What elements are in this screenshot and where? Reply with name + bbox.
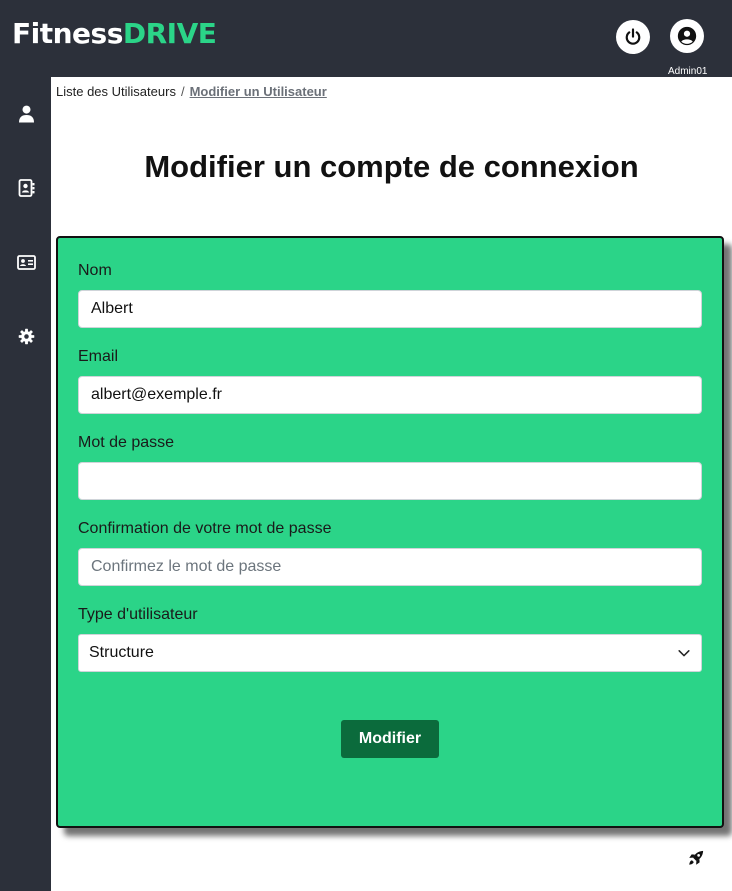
address-book-icon [18, 179, 34, 197]
edit-account-form: Nom Email Mot de passe Confirmation de v… [56, 236, 724, 828]
confirm-password-input[interactable] [78, 548, 702, 586]
user-type-selected-value: Structure [89, 644, 154, 661]
password-label: Mot de passe [78, 434, 175, 451]
email-label: Email [78, 348, 119, 365]
id-card-icon [16, 254, 36, 270]
gear-icon [18, 328, 34, 344]
user-type-select[interactable]: Structure [78, 634, 702, 672]
scroll-top-button[interactable] [686, 848, 706, 868]
account-button[interactable] [670, 19, 704, 53]
rocket-icon [689, 850, 704, 865]
email-input[interactable] [78, 376, 702, 414]
brand-logo[interactable]: FitnessDRIVE [12, 17, 217, 51]
password-input[interactable] [78, 462, 702, 500]
chevron-down-icon [678, 650, 690, 657]
page-title: Modifier un compte de connexion [144, 149, 639, 184]
user-type-label: Type d'utilisateur [78, 606, 198, 623]
power-icon [625, 28, 641, 45]
brand-name-part1: Fitness [12, 17, 123, 50]
user-icon [18, 105, 34, 123]
breadcrumb-parent-link[interactable]: Liste des Utilisateurs [56, 84, 176, 99]
name-label: Nom [78, 262, 112, 279]
user-circle-icon [677, 26, 697, 46]
breadcrumb-current-link[interactable]: Modifier un Utilisateur [190, 84, 327, 99]
sidebar-item-contacts[interactable] [15, 177, 37, 199]
current-user-name: Admin01 [668, 66, 708, 77]
sidebar-item-settings[interactable] [15, 325, 37, 347]
breadcrumb-separator: / [180, 84, 185, 99]
sidebar [0, 77, 51, 891]
top-bar: FitnessDRIVE Admin01 [0, 0, 732, 77]
brand-name-part2: DRIVE [122, 17, 217, 50]
sidebar-item-users[interactable] [15, 103, 37, 125]
sidebar-item-id-cards[interactable] [15, 251, 37, 273]
logout-button[interactable] [616, 20, 650, 54]
breadcrumb: Liste des Utilisateurs / Modifier un Utili… [56, 84, 327, 99]
name-input[interactable] [78, 290, 702, 328]
confirm-password-label: Confirmation de votre mot de passe [78, 520, 332, 537]
modify-button[interactable]: Modifier [341, 720, 439, 758]
